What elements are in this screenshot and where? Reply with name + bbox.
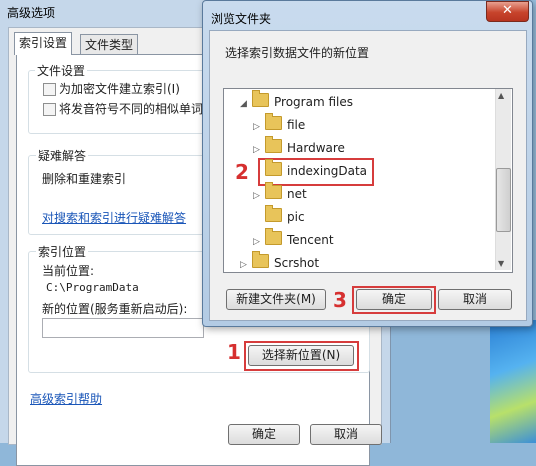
tree-item-label: file xyxy=(287,118,306,132)
select-new-location-button[interactable]: 选择新位置(N) xyxy=(248,345,354,366)
encrypted-index-label: 为加密文件建立索引(I) xyxy=(59,82,180,96)
new-folder-button[interactable]: 新建文件夹(M) xyxy=(226,289,326,310)
folder-icon xyxy=(252,90,269,107)
scroll-down-icon[interactable]: ▼ xyxy=(498,259,504,268)
browse-ok-button[interactable]: 确定 xyxy=(356,289,432,310)
tree-item-label: Program files xyxy=(274,95,353,109)
tree-item-label: pic xyxy=(287,210,305,224)
collapsed-arrow-icon[interactable]: ▷ xyxy=(240,254,252,276)
troubleshooting-heading: 疑难解答 xyxy=(36,147,89,164)
browse-cancel-button[interactable]: 取消 xyxy=(438,289,512,310)
step-1-marker: 1 xyxy=(227,340,241,364)
browse-folder-title: 浏览文件夹 xyxy=(211,12,272,26)
folder-icon xyxy=(265,113,282,130)
tree-item-pic[interactable]: pic xyxy=(253,205,305,228)
advanced-index-help-link[interactable]: 高级索引帮助 xyxy=(30,390,102,407)
advanced-options-title: 高级选项 xyxy=(7,6,56,20)
tree-item-label: indexingData xyxy=(287,164,368,178)
tree-item-tencent[interactable]: ▷ Tencent xyxy=(253,228,334,253)
folder-icon xyxy=(265,182,282,199)
current-location-label: 当前位置: xyxy=(42,264,95,278)
tab-file-types[interactable]: 文件类型 xyxy=(80,34,139,55)
current-location-value: C:\ProgramData xyxy=(46,281,139,294)
folder-icon xyxy=(265,228,282,245)
tree-item-label: Hardware xyxy=(287,141,345,155)
tree-item-program-files[interactable]: ◢ Program files xyxy=(240,90,353,115)
tree-item-hardware[interactable]: ▷ Hardware xyxy=(253,136,345,159)
tree-item-file[interactable]: ▷ file xyxy=(253,113,306,138)
collapsed-arrow-icon[interactable]: ▷ xyxy=(253,231,265,253)
expanded-arrow-icon[interactable]: ◢ xyxy=(240,93,252,115)
new-location-label: 新的位置(服务重新启动后): xyxy=(42,302,188,316)
troubleshoot-link[interactable]: 对搜索和索引进行疑难解答 xyxy=(42,209,186,226)
tree-item-label: net xyxy=(287,187,307,201)
index-location-heading: 索引位置 xyxy=(36,243,89,260)
tree-item-label: Tencent xyxy=(287,233,334,247)
folder-icon xyxy=(265,159,282,176)
step-2-marker: 2 xyxy=(235,160,249,184)
folder-icon xyxy=(252,251,269,268)
tree-item-scrshot[interactable]: ▷ Scrshot xyxy=(240,251,320,276)
desktop-wallpaper xyxy=(490,320,536,443)
close-button[interactable]: ✕ xyxy=(486,1,529,22)
tab-index-settings[interactable]: 索引设置 xyxy=(14,32,73,55)
folder-icon xyxy=(265,205,282,222)
tree-scrollbar-thumb[interactable] xyxy=(496,168,511,232)
rebuild-index-text: 删除和重建索引 xyxy=(42,172,127,186)
collapsed-arrow-icon[interactable]: ▷ xyxy=(253,116,265,138)
scroll-up-icon[interactable]: ▲ xyxy=(498,91,504,100)
collapsed-arrow-icon[interactable]: ▷ xyxy=(253,185,265,207)
browse-prompt: 选择索引数据文件的新位置 xyxy=(225,46,370,60)
advanced-ok-button[interactable]: 确定 xyxy=(228,424,300,445)
diacritics-checkbox[interactable] xyxy=(43,103,56,116)
tree-item-label: Scrshot xyxy=(274,256,320,270)
folder-icon xyxy=(265,136,282,153)
tree-item-net[interactable]: ▷ net xyxy=(253,182,307,207)
advanced-cancel-button[interactable]: 取消 xyxy=(310,424,382,445)
step-3-marker: 3 xyxy=(333,288,347,312)
new-location-field[interactable] xyxy=(42,318,204,338)
diacritics-label: 将发音符号不同的相似单词 xyxy=(59,102,204,116)
encrypted-index-checkbox[interactable] xyxy=(43,83,56,96)
tree-item-indexingdata[interactable]: indexingData xyxy=(253,159,368,182)
file-settings-heading: 文件设置 xyxy=(35,62,88,79)
